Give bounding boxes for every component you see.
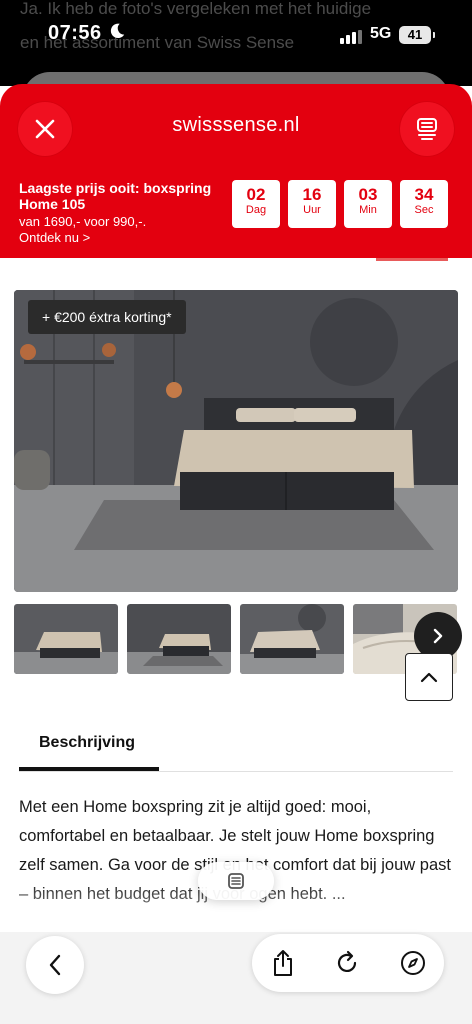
countdown-value: 02 xyxy=(246,185,266,204)
chevron-right-icon xyxy=(433,628,443,644)
countdown-minutes: 03 Min xyxy=(344,180,392,228)
promo-banner[interactable]: Laagste prijs ooit: boxspring Home 105 v… xyxy=(19,180,229,245)
countdown-days: 02 Dag xyxy=(232,180,280,228)
compass-button[interactable] xyxy=(398,948,428,978)
thumbnail-3[interactable] xyxy=(240,604,344,674)
promo-price: van 1690,- voor 990,-. xyxy=(19,214,147,229)
chevron-left-icon xyxy=(49,954,61,976)
thumbnail-image xyxy=(127,604,231,674)
discount-badge: + €200 éxtra korting* xyxy=(28,300,186,334)
countdown-value: 34 xyxy=(414,185,434,204)
tab-label: Beschrijving xyxy=(39,734,136,751)
promo-title: Laagste prijs ooit: boxspring Home 105 xyxy=(19,180,212,212)
reload-button[interactable] xyxy=(332,948,362,978)
browser-actions xyxy=(252,934,444,992)
chevron-up-icon xyxy=(420,672,438,683)
battery-icon: 41 xyxy=(399,26,435,44)
countdown-value: 16 xyxy=(302,185,322,204)
reader-mode-button[interactable] xyxy=(198,862,274,900)
battery-level: 41 xyxy=(407,27,423,42)
menu-button[interactable] xyxy=(400,102,454,156)
status-bar: Ja. Ik heb de foto's vergeleken met het … xyxy=(0,0,472,86)
countdown-unit: Min xyxy=(359,204,377,216)
countdown-seconds: 34 Sec xyxy=(400,180,448,228)
product-image[interactable] xyxy=(14,290,458,592)
share-icon xyxy=(274,950,292,976)
tab-divider xyxy=(19,771,453,772)
promo-link[interactable]: Ontdek nu > xyxy=(19,230,229,245)
back-button[interactable] xyxy=(26,936,84,994)
signal-icon xyxy=(340,30,362,44)
site-header: swisssense.nl Laagste prijs ooit: boxspr… xyxy=(0,84,472,258)
countdown-unit: Sec xyxy=(414,204,434,216)
network-label: 5G xyxy=(370,25,392,42)
reload-icon xyxy=(337,950,357,972)
share-button[interactable] xyxy=(268,948,298,978)
countdown-unit: Uur xyxy=(303,204,321,216)
thumbnail-image xyxy=(14,604,118,674)
status-time: 07:56 xyxy=(48,22,102,44)
moon-icon xyxy=(110,23,125,39)
compass-icon xyxy=(401,951,425,975)
thumbnail-strip xyxy=(14,602,457,676)
header-divider xyxy=(376,258,448,261)
reader-icon xyxy=(228,873,244,889)
countdown-unit: Dag xyxy=(245,204,267,216)
countdown-timer: 02 Dag 16 Uur 03 Min 34 Sec xyxy=(232,180,448,228)
countdown-hours: 16 Uur xyxy=(288,180,336,228)
thumbnail-2[interactable] xyxy=(125,602,233,676)
countdown-value: 03 xyxy=(358,185,378,204)
thumbnail-image xyxy=(240,604,344,674)
thumbnail-1[interactable] xyxy=(14,604,118,674)
menu-icon xyxy=(417,118,437,140)
browser-toolbar xyxy=(0,932,472,1024)
tab-description[interactable]: Beschrijving xyxy=(19,724,159,772)
bedroom-photo xyxy=(14,290,458,592)
scroll-to-top-button[interactable] xyxy=(405,653,453,701)
